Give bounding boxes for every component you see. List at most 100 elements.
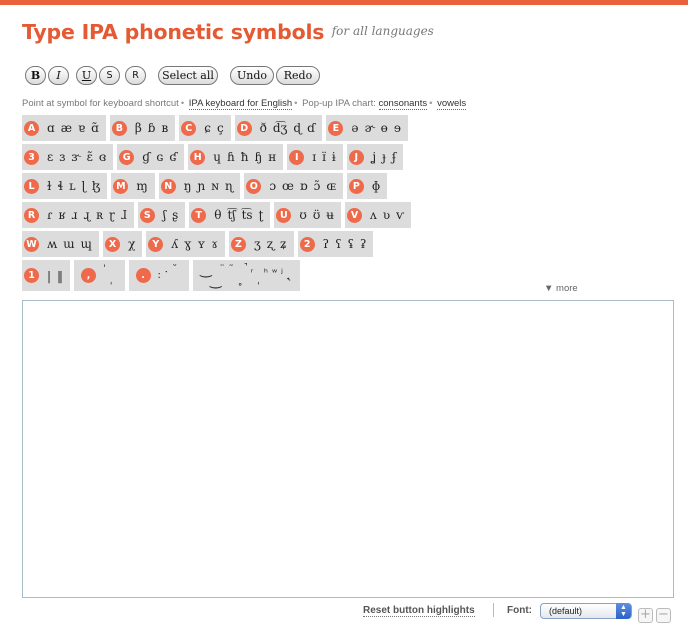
- symbol-key[interactable]: ɧ: [254, 150, 262, 164]
- symbol-key[interactable]: ɕ: [204, 121, 211, 135]
- symbol-key[interactable]: ʲ: [281, 268, 283, 279]
- symbol-key[interactable]: ɜ: [59, 150, 65, 164]
- symbol-key[interactable]: ʛ: [169, 150, 177, 164]
- symbol-key[interactable]: ˞: [287, 275, 290, 286]
- symbol-key[interactable]: ˌ: [110, 275, 113, 286]
- symbol-key[interactable]: ɦ: [227, 150, 235, 164]
- symbol-key[interactable]: ʑ: [280, 237, 287, 251]
- symbol-key[interactable]: ɵ: [381, 121, 388, 135]
- symbol-key[interactable]: ʰ: [264, 268, 268, 279]
- symbol-key[interactable]: ɪ: [312, 150, 316, 164]
- symbol-key[interactable]: ɛ̃: [87, 150, 93, 164]
- symbol-key[interactable]: |: [47, 269, 51, 283]
- symbol-key[interactable]: ç: [217, 121, 224, 135]
- symbol-key[interactable]: ɨ: [332, 150, 336, 164]
- symbol-key[interactable]: ɬ: [58, 179, 63, 193]
- symbol-key[interactable]: ʒ: [254, 237, 261, 251]
- symbol-key[interactable]: ɶ: [326, 179, 335, 193]
- symbol-key[interactable]: ɣ: [184, 237, 191, 251]
- symbol-key[interactable]: ɓ: [148, 121, 156, 135]
- symbol-key[interactable]: ʄ: [392, 150, 396, 164]
- symbol-key[interactable]: ɰ: [81, 237, 92, 251]
- reset-highlights-link[interactable]: Reset button highlights: [363, 605, 475, 617]
- symbol-key[interactable]: ʐ: [267, 237, 274, 251]
- symbol-key[interactable]: ʊ: [299, 208, 306, 222]
- symbol-key[interactable]: ʳ: [251, 268, 254, 279]
- symbol-key[interactable]: ˘: [172, 264, 177, 275]
- bold-button[interactable]: B: [25, 66, 46, 85]
- italic-button[interactable]: I: [48, 66, 69, 85]
- symbol-key[interactable]: ʈ: [259, 208, 264, 222]
- symbol-key[interactable]: ɠ: [142, 150, 150, 164]
- symbol-key[interactable]: ɥ: [213, 150, 221, 164]
- symbol-key[interactable]: ʎ: [171, 237, 178, 251]
- symbol-key[interactable]: ¨: [220, 264, 225, 275]
- symbol-key[interactable]: ‖: [57, 269, 63, 283]
- symbol-key[interactable]: ɔ̃: [314, 179, 321, 193]
- symbol-key[interactable]: ɒ: [300, 179, 308, 193]
- reset-format-button[interactable]: R: [125, 66, 146, 85]
- symbol-key[interactable]: ʙ: [161, 121, 168, 135]
- symbol-key[interactable]: ɴ: [211, 179, 219, 193]
- vowels-link[interactable]: vowels: [437, 98, 467, 110]
- symbol-key[interactable]: ʍ: [47, 237, 57, 251]
- symbol-key[interactable]: θ: [214, 208, 221, 222]
- symbol-key[interactable]: ˌ: [257, 275, 260, 286]
- symbol-key[interactable]: ɳ: [225, 179, 233, 193]
- symbol-key[interactable]: ɽ: [109, 208, 115, 222]
- symbol-key[interactable]: œ: [282, 179, 294, 193]
- symbol-key[interactable]: ɢ: [156, 150, 163, 164]
- symbol-key[interactable]: ⱱ: [396, 208, 404, 222]
- symbol-key[interactable]: ˑ: [165, 268, 168, 279]
- symbol-key[interactable]: æ: [61, 121, 72, 135]
- symbol-key[interactable]: ɫ: [47, 179, 52, 193]
- symbol-key[interactable]: χ: [128, 237, 135, 251]
- symbol-key[interactable]: ʕ: [335, 237, 341, 251]
- symbol-key[interactable]: ʜ: [268, 150, 276, 164]
- symbol-key[interactable]: ɹ: [71, 208, 77, 222]
- symbol-key[interactable]: ʉ: [326, 208, 334, 222]
- symbol-key[interactable]: ɮ: [92, 179, 100, 193]
- symbol-key[interactable]: d͡ʒ: [273, 121, 287, 135]
- undo-button[interactable]: Undo: [230, 66, 274, 85]
- symbol-key[interactable]: ‿: [200, 263, 211, 277]
- symbol-key[interactable]: ɪ̈: [322, 150, 326, 164]
- strike-button[interactable]: S: [99, 66, 120, 85]
- symbol-key[interactable]: ð: [260, 121, 267, 135]
- symbol-key[interactable]: t͡ʃ: [227, 208, 235, 222]
- symbol-key[interactable]: β: [135, 121, 142, 135]
- symbol-key[interactable]: ɤ: [211, 237, 218, 251]
- symbol-key[interactable]: ɟ: [382, 150, 386, 164]
- zoom-out-button[interactable]: −: [656, 608, 671, 623]
- symbol-key[interactable]: ɛ: [47, 150, 53, 164]
- ipa-text-area[interactable]: [22, 300, 674, 598]
- symbol-key[interactable]: ɞ: [99, 150, 106, 164]
- symbol-key[interactable]: ə: [351, 121, 358, 135]
- symbol-key[interactable]: ɝ: [71, 150, 80, 164]
- symbol-key[interactable]: ɐ: [78, 121, 85, 135]
- ipa-keyboard-link[interactable]: IPA keyboard for English: [188, 98, 293, 110]
- symbol-key[interactable]: ʊ̈: [313, 208, 320, 222]
- symbol-key[interactable]: ħ: [241, 150, 249, 164]
- symbol-key[interactable]: ˳: [238, 275, 243, 286]
- symbol-key[interactable]: ʟ: [69, 179, 76, 193]
- symbol-key[interactable]: ʢ: [348, 237, 354, 251]
- underline-button[interactable]: U: [76, 66, 97, 85]
- symbol-key[interactable]: :: [158, 270, 161, 281]
- symbol-key[interactable]: ɔ: [269, 179, 276, 193]
- symbol-key[interactable]: ʏ: [197, 237, 205, 251]
- symbol-key[interactable]: ɗ: [307, 121, 315, 135]
- symbol-key[interactable]: ɑ: [47, 121, 55, 135]
- symbol-key[interactable]: ɖ: [293, 121, 301, 135]
- symbol-key[interactable]: ʷ: [272, 268, 277, 279]
- symbol-key[interactable]: ʁ: [58, 208, 65, 222]
- symbol-key[interactable]: ɯ: [63, 237, 74, 251]
- more-symbols-link[interactable]: ▼ more: [544, 283, 578, 294]
- symbol-key[interactable]: ɾ: [47, 208, 52, 222]
- symbol-key[interactable]: ɲ: [197, 179, 205, 193]
- symbol-key[interactable]: t͡s: [242, 208, 253, 222]
- symbol-key[interactable]: ʝ: [372, 150, 376, 164]
- symbol-key[interactable]: ɱ: [136, 179, 147, 193]
- symbol-key[interactable]: ʔ: [323, 237, 329, 251]
- symbol-key[interactable]: ɺ: [121, 208, 127, 222]
